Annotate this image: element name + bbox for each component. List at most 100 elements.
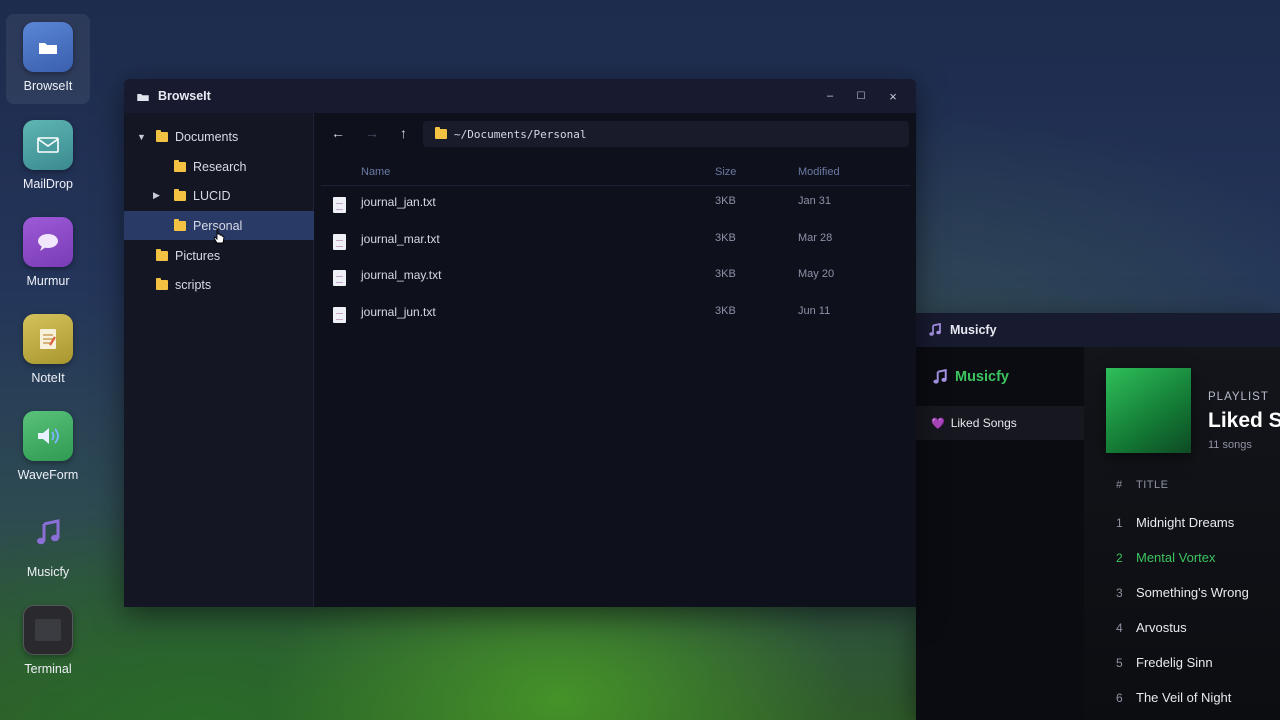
track-title: Mental Vortex [1136,550,1216,565]
file-modified: Jan 31 [798,195,832,207]
browseit-app-icon [23,22,73,72]
up-button[interactable]: ↑ [400,125,407,141]
dock-item-maildrop[interactable]: MailDrop [0,112,96,202]
column-header-name[interactable]: Name [361,166,390,178]
music-note-icon [23,508,73,558]
text-file-icon [333,270,346,286]
track-title: The Veil of Night [1136,690,1232,705]
file-row[interactable]: journal_mar.txt 3KB Mar 28 [321,224,910,260]
chat-bubble-icon [23,217,73,267]
caret-down-icon[interactable]: ▼ [137,132,146,142]
track-number: 4 [1116,620,1123,635]
playlist-count: 11 songs [1208,439,1252,451]
dock-item-terminal[interactable]: Terminal [0,597,96,687]
text-file-icon [333,307,346,323]
mail-icon [23,120,73,170]
tree-item-scripts[interactable]: scripts [124,270,314,299]
tree-label: scripts [175,277,212,292]
dock-label: Murmur [26,274,70,288]
window-title: Musicfy [950,323,997,337]
music-note-icon [928,323,942,337]
playlist-kind: PLAYLIST [1208,391,1269,403]
dock-label: MailDrop [22,177,73,191]
window-title: BrowseIt [158,89,211,103]
dock-label: BrowseIt [23,79,73,93]
path-text: ~/Documents/Personal [454,127,587,141]
terminal-icon [23,605,73,655]
dock-item-noteit[interactable]: NoteIt [0,306,96,396]
header-divider [321,185,910,186]
musicfy-titlebar[interactable]: Musicfy [916,313,1280,347]
tree-label: Research [193,159,247,174]
file-row[interactable]: journal_jun.txt 3KB Jun 11 [321,297,910,333]
dock-item-musicfy[interactable]: Musicfy [0,500,96,590]
folder-icon [435,127,447,139]
text-file-icon [333,234,346,250]
file-row[interactable]: journal_may.txt 3KB May 20 [321,260,910,296]
track-title: Arvostus [1136,620,1187,635]
track-title: Something's Wrong [1136,585,1249,600]
file-name: journal_mar.txt [361,232,440,246]
playlist-cover [1106,368,1191,453]
folder-icon [156,248,168,261]
file-modified: May 20 [798,268,835,280]
musicfy-sidebar: Musicfy 💜 Liked Songs [916,347,1084,720]
speaker-icon [23,411,73,461]
text-file-icon [333,197,346,213]
minimize-button[interactable]: – [821,87,839,105]
nav-label: Liked Songs [950,416,1017,430]
folder-icon [156,129,168,142]
browseit-titlebar[interactable]: BrowseIt – ☐ × [124,79,916,113]
tree-item-documents[interactable]: ▼ Documents [124,122,314,151]
file-row[interactable]: journal_jan.txt 3KB Jan 31 [321,187,910,223]
folder-tree: ▼ Documents Research ▶ LUCID Personal Pi… [124,113,314,607]
track-number: 1 [1116,515,1123,530]
file-modified: Jun 11 [798,305,831,317]
close-button[interactable]: × [884,87,902,105]
browseit-window: BrowseIt – ☐ × ▼ Documents Research ▶ LU… [124,79,916,607]
folder-icon [156,277,168,290]
dock-item-murmur[interactable]: Murmur [0,209,96,299]
music-note-icon [932,369,948,385]
dock-label: Musicfy [26,565,70,579]
folder-icon [174,188,186,201]
nav-liked-songs[interactable]: 💜 Liked Songs [916,406,1084,440]
file-size: 3KB [715,232,736,244]
track-number: 2 [1116,550,1123,565]
maximize-button[interactable]: ☐ [852,87,870,105]
musicfy-brand: Musicfy [932,369,1009,385]
tree-item-research[interactable]: Research [124,152,314,181]
notepad-icon [23,314,73,364]
caret-right-icon[interactable]: ▶ [153,190,160,201]
dock-label: NoteIt [31,371,65,385]
file-size: 3KB [715,305,736,317]
track-title: Fredelig Sinn [1136,655,1213,670]
heart-icon: 💜 [931,417,945,430]
column-title: TITLE [1136,479,1169,491]
tree-label: Pictures [175,248,221,263]
file-list-pane: ← → ↑ ~/Documents/Personal Name Size Mod… [315,113,916,607]
folder-app-icon [136,91,150,102]
playlist-name: Liked So [1208,409,1280,432]
forward-button[interactable]: → [365,125,379,141]
dock-item-browseit[interactable]: BrowseIt [0,14,96,104]
tree-label: LUCID [193,188,231,203]
folder-icon [174,159,186,172]
musicfy-window: Musicfy Musicfy 💜 Liked Songs PLAYLIST L… [916,313,1280,720]
path-bar[interactable]: ~/Documents/Personal [423,121,909,147]
dock-label: Terminal [24,662,72,676]
tree-item-lucid[interactable]: ▶ LUCID [124,181,314,210]
dock-item-waveform[interactable]: WaveForm [0,403,96,493]
file-size: 3KB [715,195,736,207]
column-header-modified[interactable]: Modified [798,166,840,178]
file-name: journal_jun.txt [361,305,436,319]
back-button[interactable]: ← [331,125,345,141]
column-header-size[interactable]: Size [715,166,736,178]
tree-label: Documents [175,129,239,144]
brand-label: Musicfy [955,369,1009,385]
musicfy-main: PLAYLIST Liked So 11 songs # TITLE 1 Mid… [1084,347,1280,720]
file-name: journal_jan.txt [361,195,436,209]
folder-icon [174,218,186,231]
dock-label: WaveForm [17,468,79,482]
track-number: 6 [1116,690,1123,705]
